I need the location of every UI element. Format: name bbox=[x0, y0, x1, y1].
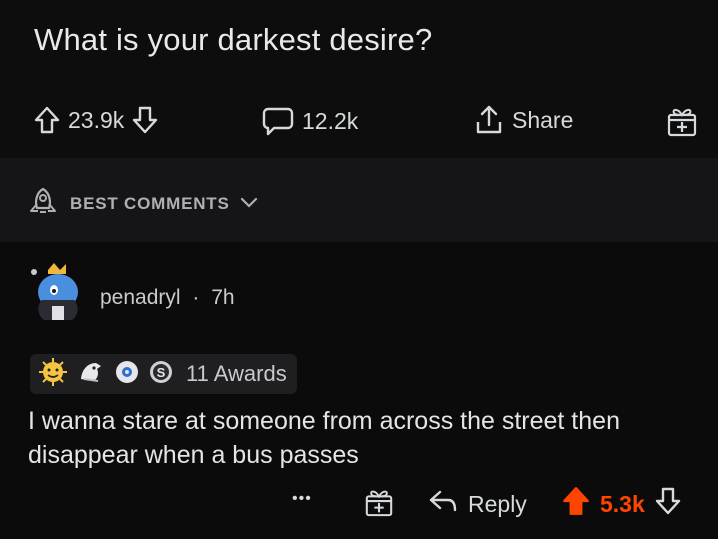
chevron-down-icon bbox=[240, 194, 258, 214]
comment-action-bar: ••• Reply 5.3k bbox=[0, 484, 718, 524]
awards-badge[interactable]: S 11 Awards bbox=[30, 354, 297, 394]
comment-age: 7h bbox=[211, 286, 235, 309]
award-comment-button[interactable] bbox=[364, 486, 394, 524]
post-upvote-count: 23.9k bbox=[68, 106, 125, 133]
post-header: What is your darkest desire? 23.9k 12.2k… bbox=[0, 0, 718, 158]
post-action-bar: 23.9k 12.2k Share bbox=[0, 100, 718, 144]
silver-award-icon: S bbox=[148, 359, 174, 390]
svg-text:S: S bbox=[157, 365, 166, 380]
arrow-up-icon[interactable] bbox=[34, 106, 60, 134]
speech-bubble-icon bbox=[262, 106, 294, 136]
sort-label: BEST COMMENTS bbox=[70, 193, 230, 213]
post-vote-group: 23.9k bbox=[34, 106, 158, 134]
awards-count: 11 Awards bbox=[186, 361, 287, 386]
share-button[interactable]: Share bbox=[474, 104, 573, 136]
reply-label: Reply bbox=[468, 490, 527, 517]
arrow-down-icon[interactable] bbox=[655, 487, 681, 521]
award-post-button[interactable] bbox=[666, 104, 698, 138]
share-label: Share bbox=[512, 106, 574, 133]
comments-button[interactable]: 12.2k bbox=[262, 106, 358, 136]
post-title: What is your darkest desire? bbox=[34, 22, 433, 57]
comment-count: 12.2k bbox=[302, 107, 359, 134]
comment-score: 5.3k bbox=[600, 490, 645, 517]
share-icon bbox=[474, 104, 504, 136]
username[interactable]: penadryl bbox=[100, 286, 181, 309]
avatar[interactable] bbox=[26, 260, 86, 326]
helpful-award-icon bbox=[114, 359, 140, 390]
gift-icon bbox=[666, 104, 698, 138]
more-dots-icon: ••• bbox=[292, 490, 312, 507]
more-options-button[interactable]: ••• bbox=[292, 490, 312, 508]
rocket-icon bbox=[26, 186, 60, 221]
meta-separator: · bbox=[192, 286, 200, 309]
pirate-award-icon bbox=[76, 357, 106, 392]
comment-body: I wanna stare at someone from across the… bbox=[28, 407, 620, 469]
gift-icon bbox=[364, 486, 394, 524]
comment-meta: penadryl · 7h bbox=[100, 286, 235, 310]
sort-comments-dropdown[interactable]: BEST COMMENTS bbox=[26, 186, 258, 221]
comment-vote-group: 5.3k bbox=[562, 486, 681, 522]
arrow-up-icon[interactable] bbox=[562, 486, 590, 522]
reply-arrow-icon bbox=[428, 488, 458, 520]
wholesome-award-icon bbox=[38, 357, 68, 392]
reply-button[interactable]: Reply bbox=[428, 488, 527, 520]
arrow-down-icon[interactable] bbox=[132, 106, 158, 134]
